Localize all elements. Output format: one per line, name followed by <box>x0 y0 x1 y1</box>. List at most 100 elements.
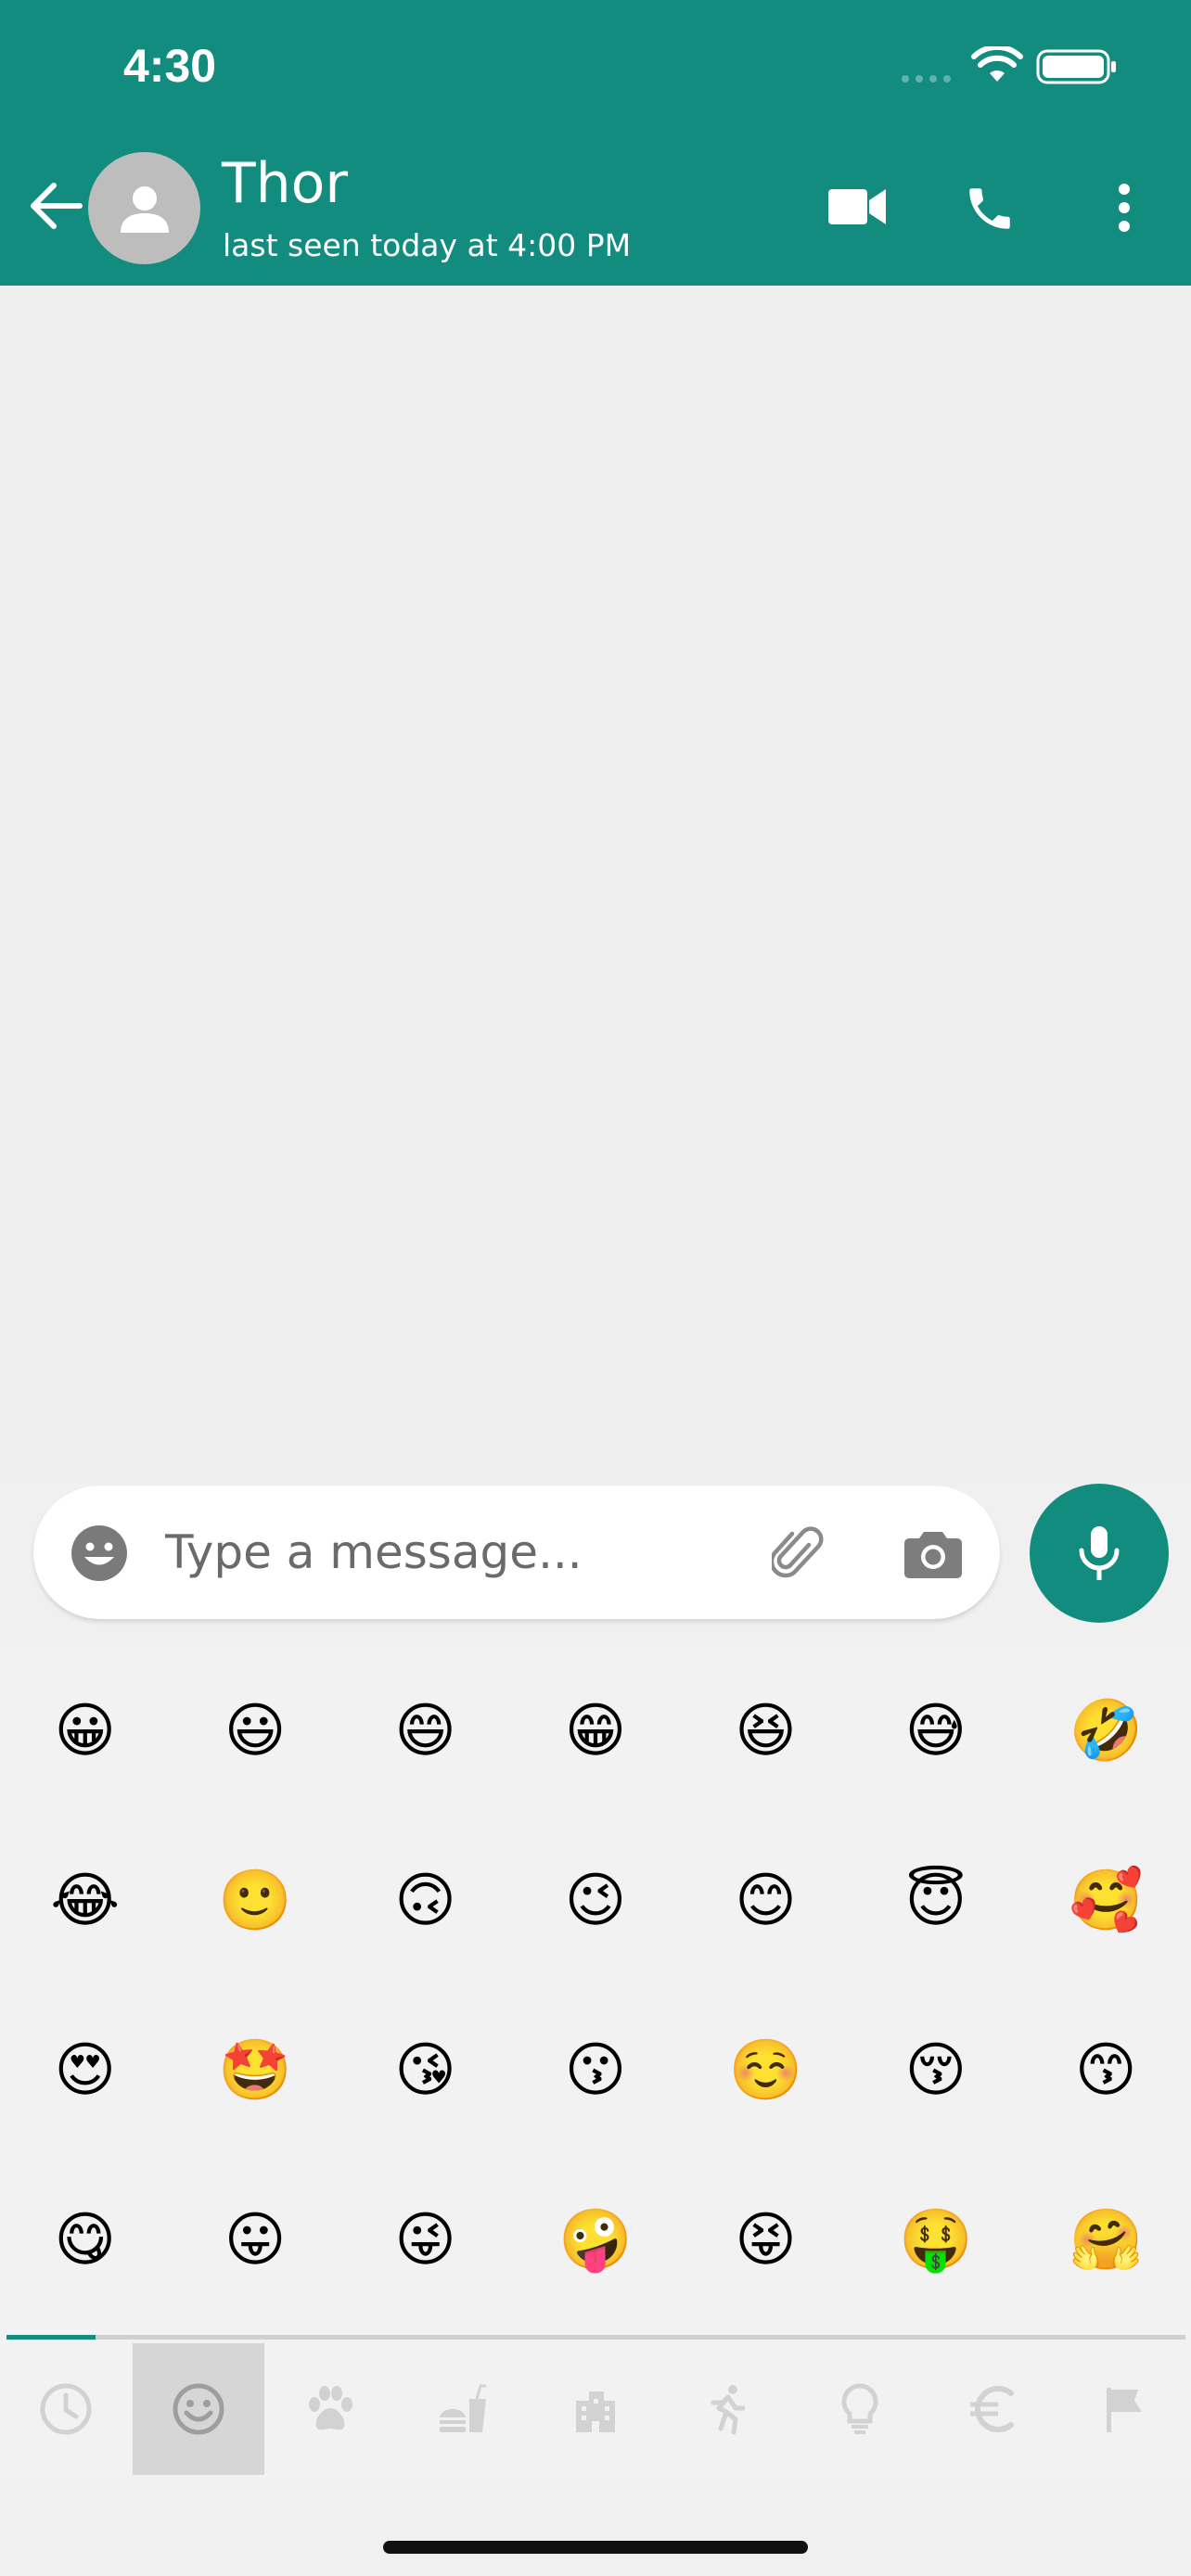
emoji-glyph: 😅 <box>904 1696 967 1766</box>
emoji-key[interactable]: 😄 <box>340 1646 510 1816</box>
emoji-glyph: 😆 <box>735 1696 797 1766</box>
category-tab-activity[interactable] <box>661 2343 794 2475</box>
emoji-glyph: 😚 <box>904 2035 967 2105</box>
emoji-key[interactable]: 😍 <box>0 1985 170 2155</box>
attach-icon[interactable] <box>772 1524 826 1582</box>
message-composer <box>33 1486 1000 1619</box>
emoji-key[interactable]: 😁 <box>510 1646 680 1816</box>
emoji-glyph: 😀 <box>54 1696 117 1766</box>
back-arrow-icon[interactable] <box>28 182 83 230</box>
emoji-key[interactable]: 🤗 <box>1021 2155 1191 2325</box>
video-call-icon[interactable] <box>828 185 886 228</box>
emoji-key[interactable]: 😂 <box>0 1816 170 1985</box>
emoji-key[interactable]: 😅 <box>851 1646 1020 1816</box>
category-tab-objects[interactable] <box>794 2343 927 2475</box>
last-seen-status: last seen today at 4:00 PM <box>223 227 632 263</box>
emoji-key[interactable]: 😛 <box>170 2155 339 2325</box>
places-icon <box>575 2391 615 2432</box>
emoji-glyph: 😁 <box>564 1696 627 1766</box>
symbols-icon <box>970 2386 1015 2432</box>
emoji-keyboard: 😀 😃 😄 😁 😆 😅 🤣 😂 🙂 🙃 😉 😊 😇 🥰 😍 🤩 😘 😗 ☺️ 😚 😙 😋 😛 😜 🤪 😝 🤑 🤗 <box>0 1646 1191 2479</box>
emoji-glyph: 😊 <box>735 1866 797 1935</box>
emoji-glyph: 😄 <box>394 1696 456 1766</box>
activity-icon <box>711 2385 746 2435</box>
emoji-key[interactable]: 😗 <box>510 1985 680 2155</box>
category-tab-animals[interactable] <box>264 2343 397 2475</box>
status-time: 4:30 <box>123 40 217 92</box>
emoji-icon[interactable] <box>70 1524 128 1582</box>
smileys-icon <box>173 2383 224 2435</box>
emoji-key[interactable]: 😙 <box>1021 1985 1191 2155</box>
mic-icon <box>1079 1526 1120 1580</box>
emoji-glyph: 😗 <box>564 2035 627 2105</box>
emoji-key[interactable]: 😘 <box>340 1985 510 2155</box>
avatar[interactable] <box>88 152 200 264</box>
emoji-key[interactable]: 😀 <box>0 1646 170 1816</box>
category-track <box>6 2335 1185 2340</box>
category-tab-recent[interactable] <box>0 2343 133 2475</box>
emoji-key[interactable]: 🤪 <box>510 2155 680 2325</box>
emoji-glyph: 😇 <box>904 1866 967 1935</box>
phone-icon[interactable] <box>963 182 1017 236</box>
emoji-glyph: 🤩 <box>218 2035 292 2105</box>
emoji-glyph: 😘 <box>394 2035 456 2105</box>
emoji-glyph: 🙂 <box>218 1866 292 1935</box>
emoji-glyph: 🤣 <box>1069 1696 1144 1766</box>
more-vert-icon[interactable] <box>1113 182 1135 234</box>
emoji-key[interactable]: 🥰 <box>1021 1816 1191 1985</box>
category-tab-flags[interactable] <box>1058 2343 1191 2475</box>
emoji-key[interactable]: 🤑 <box>851 2155 1020 2325</box>
category-tab-food[interactable] <box>397 2343 530 2475</box>
emoji-key[interactable]: 🤩 <box>170 1985 339 2155</box>
emoji-glyph: 😍 <box>54 2035 117 2105</box>
emoji-key[interactable]: 😜 <box>340 2155 510 2325</box>
emoji-key[interactable]: 😆 <box>681 1646 851 1816</box>
emoji-key[interactable]: 😚 <box>851 1985 1020 2155</box>
emoji-key[interactable]: 😇 <box>851 1816 1020 1985</box>
emoji-key[interactable]: 🤣 <box>1021 1646 1191 1816</box>
emoji-key[interactable]: 🙂 <box>170 1816 339 1985</box>
category-tab-places[interactable] <box>529 2343 661 2475</box>
chat-header: 4:30 Thor last seen today at 4:00 PM <box>0 0 1191 286</box>
contact-name[interactable]: Thor <box>222 156 348 211</box>
message-list[interactable] <box>0 286 1191 1482</box>
emoji-glyph: 😝 <box>735 2205 797 2275</box>
emoji-glyph: 🤑 <box>899 2205 973 2275</box>
message-input[interactable] <box>165 1519 740 1586</box>
emoji-glyph: 😃 <box>224 1696 287 1766</box>
category-tab-smileys[interactable] <box>132 2343 265 2475</box>
emoji-key[interactable]: 😉 <box>510 1816 680 1985</box>
emoji-key[interactable]: 🙃 <box>340 1816 510 1985</box>
emoji-glyph: 😜 <box>394 2205 456 2275</box>
emoji-key[interactable]: ☺️ <box>681 1985 851 2155</box>
objects-icon <box>841 2383 878 2434</box>
emoji-key[interactable]: 😋 <box>0 2155 170 2325</box>
person-icon <box>120 185 169 233</box>
emoji-category-bar <box>0 2343 1191 2479</box>
animals-icon <box>309 2386 353 2430</box>
category-indicator <box>6 2335 96 2340</box>
emoji-glyph: 😋 <box>54 2205 117 2275</box>
camera-icon[interactable] <box>903 1526 963 1578</box>
category-tab-symbols[interactable] <box>926 2343 1058 2475</box>
emoji-glyph: 🙃 <box>394 1866 456 1935</box>
wifi-icon <box>971 46 1023 82</box>
battery-icon <box>1036 49 1116 84</box>
cellular-signal-icon <box>902 75 951 83</box>
emoji-key[interactable]: 😃 <box>170 1646 339 1816</box>
emoji-glyph: 🤗 <box>1069 2205 1144 2275</box>
emoji-key[interactable]: 😊 <box>681 1816 851 1985</box>
emoji-glyph: 😉 <box>564 1866 627 1935</box>
emoji-glyph: 🤪 <box>558 2205 633 2275</box>
emoji-glyph: 😛 <box>224 2205 287 2275</box>
recent-icon <box>40 2383 92 2435</box>
emoji-glyph: 😙 <box>1074 2035 1137 2105</box>
emoji-glyph: ☺️ <box>728 2035 803 2105</box>
food-icon <box>440 2384 487 2432</box>
flags-icon <box>1107 2388 1143 2432</box>
emoji-grid: 😀 😃 😄 😁 😆 😅 🤣 😂 🙂 🙃 😉 😊 😇 🥰 😍 🤩 😘 😗 ☺️ 😚 😙 😋 😛 😜 🤪 😝 🤑 🤗 <box>0 1646 1191 2325</box>
home-indicator[interactable] <box>383 2541 808 2554</box>
voice-record-button[interactable] <box>1030 1484 1169 1623</box>
emoji-glyph: 🥰 <box>1069 1866 1144 1935</box>
emoji-key[interactable]: 😝 <box>681 2155 851 2325</box>
